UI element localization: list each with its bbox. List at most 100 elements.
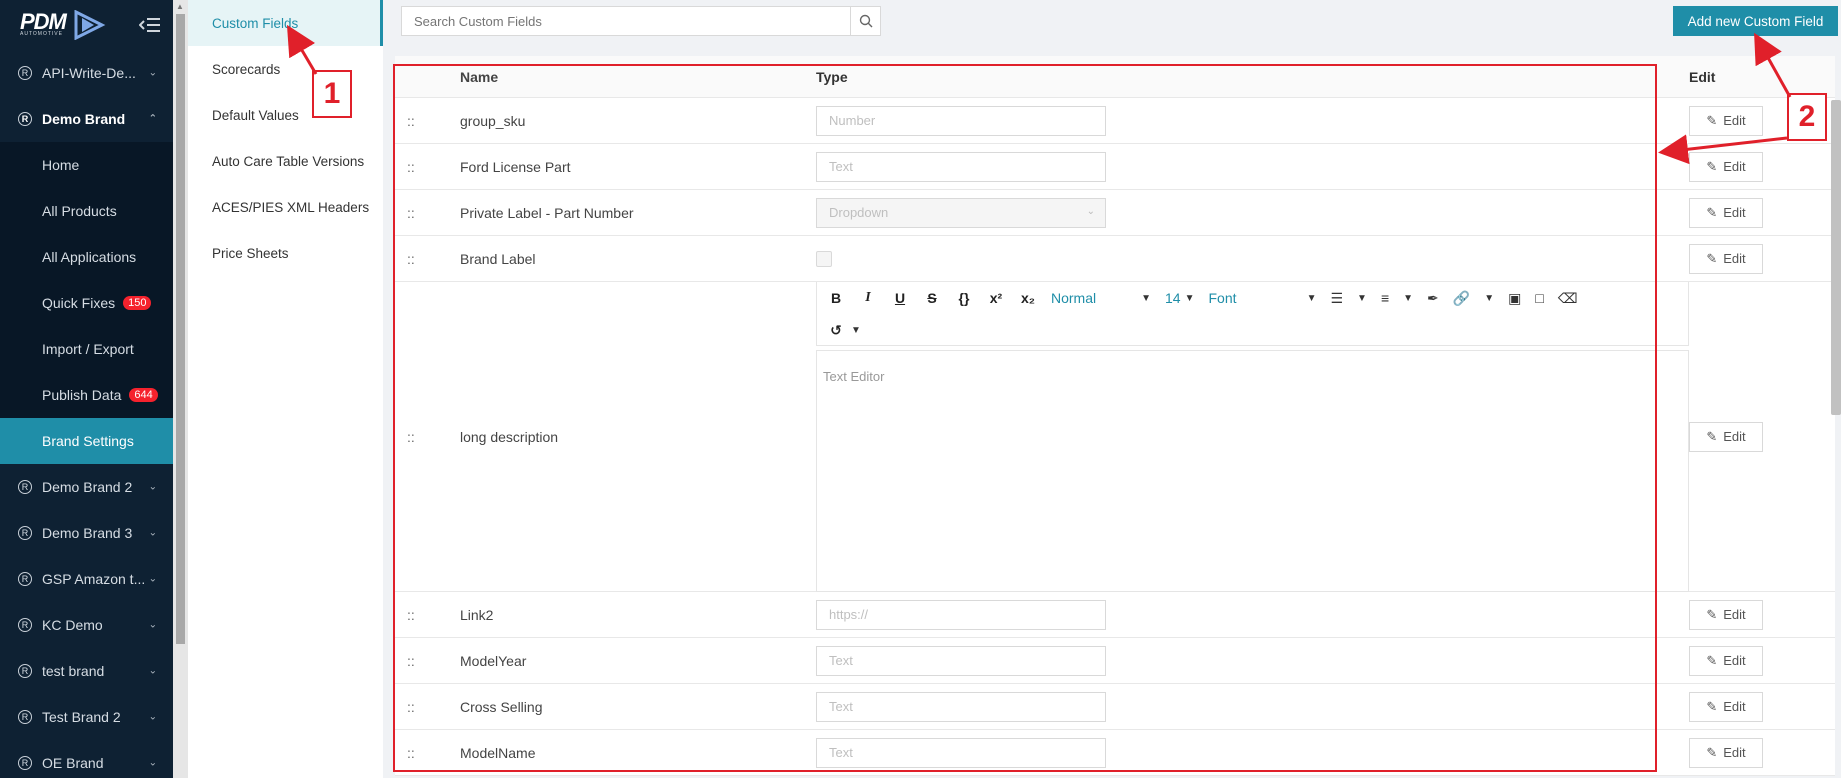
registered-icon: R [18, 66, 32, 80]
edit-label: Edit [1723, 745, 1746, 760]
edit-button[interactable]: ✎ Edit [1689, 691, 1763, 722]
chevron-down-icon: ⌄ [148, 619, 157, 631]
chevron-down-icon: ⌄ [148, 757, 157, 769]
sidebar-item-kc-demo[interactable]: R KC Demo ⌄ [0, 602, 173, 648]
sidebar-item-brand-settings[interactable]: Brand Settings [0, 418, 173, 464]
sidebar-item-demo-brand[interactable]: R Demo Brand ⌃ [0, 96, 173, 142]
edit-button[interactable]: ✎ Edit [1689, 737, 1763, 768]
logo-subtext: AUTOMOTIVE [20, 31, 63, 37]
edit-label: Edit [1723, 607, 1746, 622]
edit-pencil-icon: ✎ [1706, 652, 1718, 668]
sidebar-item-label: Test Brand 2 [42, 709, 121, 725]
sidebar-item-test-brand-2[interactable]: R Test Brand 2 ⌄ [0, 694, 173, 740]
chevron-down-icon: ⌄ [148, 481, 157, 493]
annotation-label-1: 1 [312, 70, 352, 118]
sidebar-item-home[interactable]: Home [0, 142, 173, 188]
logo[interactable]: PDM AUTOMOTIVE [20, 10, 106, 40]
settings-subnav: Custom Fields Scorecards Default Values … [188, 0, 383, 778]
sidebar-item-label: GSP Amazon t... [42, 571, 146, 587]
registered-icon: R [18, 710, 32, 724]
sidebar-item-label: Demo Brand 3 [42, 525, 133, 541]
sidebar-item-api-write-demo[interactable]: R API-Write-De... ⌄ [0, 50, 173, 96]
logo-text: PDM [20, 9, 67, 34]
sidebar-item-label: Home [42, 157, 80, 173]
subnav-item-custom-fields[interactable]: Custom Fields [188, 0, 383, 46]
sidebar-item-label: Demo Brand [42, 111, 126, 127]
chevron-down-icon: ⌄ [148, 711, 157, 723]
chevron-down-icon: ⌄ [148, 527, 157, 539]
menu-collapse-icon[interactable] [139, 16, 161, 34]
edit-button[interactable]: ✎ Edit [1689, 243, 1763, 274]
subnav-item-price-sheets[interactable]: Price Sheets [188, 230, 383, 276]
main-scrollbar-thumb[interactable] [1831, 100, 1841, 415]
chevron-down-icon: ⌄ [148, 665, 157, 677]
sidebar-item-label: Import / Export [42, 341, 134, 357]
registered-icon: R [18, 480, 32, 494]
edit-pencil-icon: ✎ [1706, 744, 1718, 760]
subnav-item-auto-care-table-versions[interactable]: Auto Care Table Versions [188, 138, 383, 184]
sidebar-item-label: test brand [42, 663, 105, 679]
edit-button[interactable]: ✎ Edit [1689, 197, 1763, 228]
sidebar-item-demo-brand-3[interactable]: R Demo Brand 3 ⌄ [0, 510, 173, 556]
edit-button[interactable]: ✎ Edit [1689, 645, 1763, 676]
edit-pencil-icon: ✎ [1706, 112, 1718, 128]
edit-column-header: Edit [1689, 68, 1716, 85]
edit-button[interactable]: ✎ Edit [1689, 105, 1763, 136]
logo-play-icon [74, 10, 106, 40]
edit-button[interactable]: ✎ Edit [1689, 151, 1763, 182]
sidebar-item-all-applications[interactable]: All Applications [0, 234, 173, 280]
edit-button[interactable]: ✎ Edit [1689, 599, 1763, 630]
annotation-label-2: 2 [1787, 93, 1827, 141]
registered-icon: R [18, 756, 32, 770]
sidebar-item-label: API-Write-De... [42, 65, 136, 81]
sidebar-item-label: Demo Brand 2 [42, 479, 133, 495]
search-input[interactable] [402, 7, 850, 35]
subnav-item-aces-pies-xml-headers[interactable]: ACES/PIES XML Headers [188, 184, 383, 230]
edit-label: Edit [1723, 205, 1746, 220]
sidebar-item-label: All Products [42, 203, 117, 219]
edit-label: Edit [1723, 653, 1746, 668]
sidebar-item-import-export[interactable]: Import / Export [0, 326, 173, 372]
sidebar-item-publish-data[interactable]: Publish Data 644 [0, 372, 173, 418]
scroll-up-arrow-icon[interactable]: ▲ [176, 2, 184, 11]
edit-label: Edit [1723, 429, 1746, 444]
chevron-down-icon: ⌄ [148, 67, 157, 79]
toolbar: Add new Custom Field [383, 0, 1841, 46]
edit-pencil-icon: ✎ [1706, 428, 1718, 444]
edit-pencil-icon: ✎ [1706, 698, 1718, 714]
sidebar-item-gsp-amazon[interactable]: R GSP Amazon t... ⌄ [0, 556, 173, 602]
sidebar-scrollbar-thumb[interactable] [176, 14, 185, 644]
search-button[interactable] [850, 7, 880, 35]
sidebar-item-label: KC Demo [42, 617, 103, 633]
registered-icon: R [18, 572, 32, 586]
sidebar-item-label: Brand Settings [42, 433, 134, 449]
sidebar-item-label: Quick Fixes [42, 295, 116, 311]
edit-button[interactable]: ✎ Edit [1689, 421, 1763, 452]
registered-icon: R [18, 112, 32, 126]
add-custom-field-button[interactable]: Add new Custom Field [1673, 6, 1838, 36]
sidebar-scrollbar[interactable]: ▲ [173, 0, 188, 778]
sidebar-item-oe-brand[interactable]: R OE Brand ⌄ [0, 740, 173, 778]
subnav-item-scorecards[interactable]: Scorecards [188, 46, 383, 92]
edit-pencil-icon: ✎ [1706, 204, 1718, 220]
sidebar-item-label: Publish Data [42, 387, 122, 403]
sidebar-item-all-products[interactable]: All Products [0, 188, 173, 234]
search-box [401, 6, 881, 36]
search-icon [859, 14, 872, 28]
sidebar-item-label: OE Brand [42, 755, 104, 771]
edit-pencil-icon: ✎ [1706, 606, 1718, 622]
registered-icon: R [18, 526, 32, 540]
logo-row: PDM AUTOMOTIVE [0, 0, 173, 50]
edit-label: Edit [1723, 159, 1746, 174]
sidebar-item-test-brand[interactable]: Rtest brand ⌄ [0, 648, 173, 694]
subnav-item-default-values[interactable]: Default Values [188, 92, 383, 138]
sidebar-item-quick-fixes[interactable]: Quick Fixes 150 [0, 280, 173, 326]
edit-pencil-icon: ✎ [1706, 250, 1718, 266]
sidebar-item-demo-brand-2[interactable]: R Demo Brand 2 ⌄ [0, 464, 173, 510]
chevron-up-icon: ⌃ [148, 113, 157, 125]
registered-icon: R [18, 618, 32, 632]
edit-pencil-icon: ✎ [1706, 158, 1718, 174]
quick-fixes-badge: 150 [123, 296, 152, 310]
registered-icon: R [18, 664, 32, 678]
sidebar: PDM AUTOMOTIVE R API-Write-De... ⌄ R Dem… [0, 0, 173, 778]
